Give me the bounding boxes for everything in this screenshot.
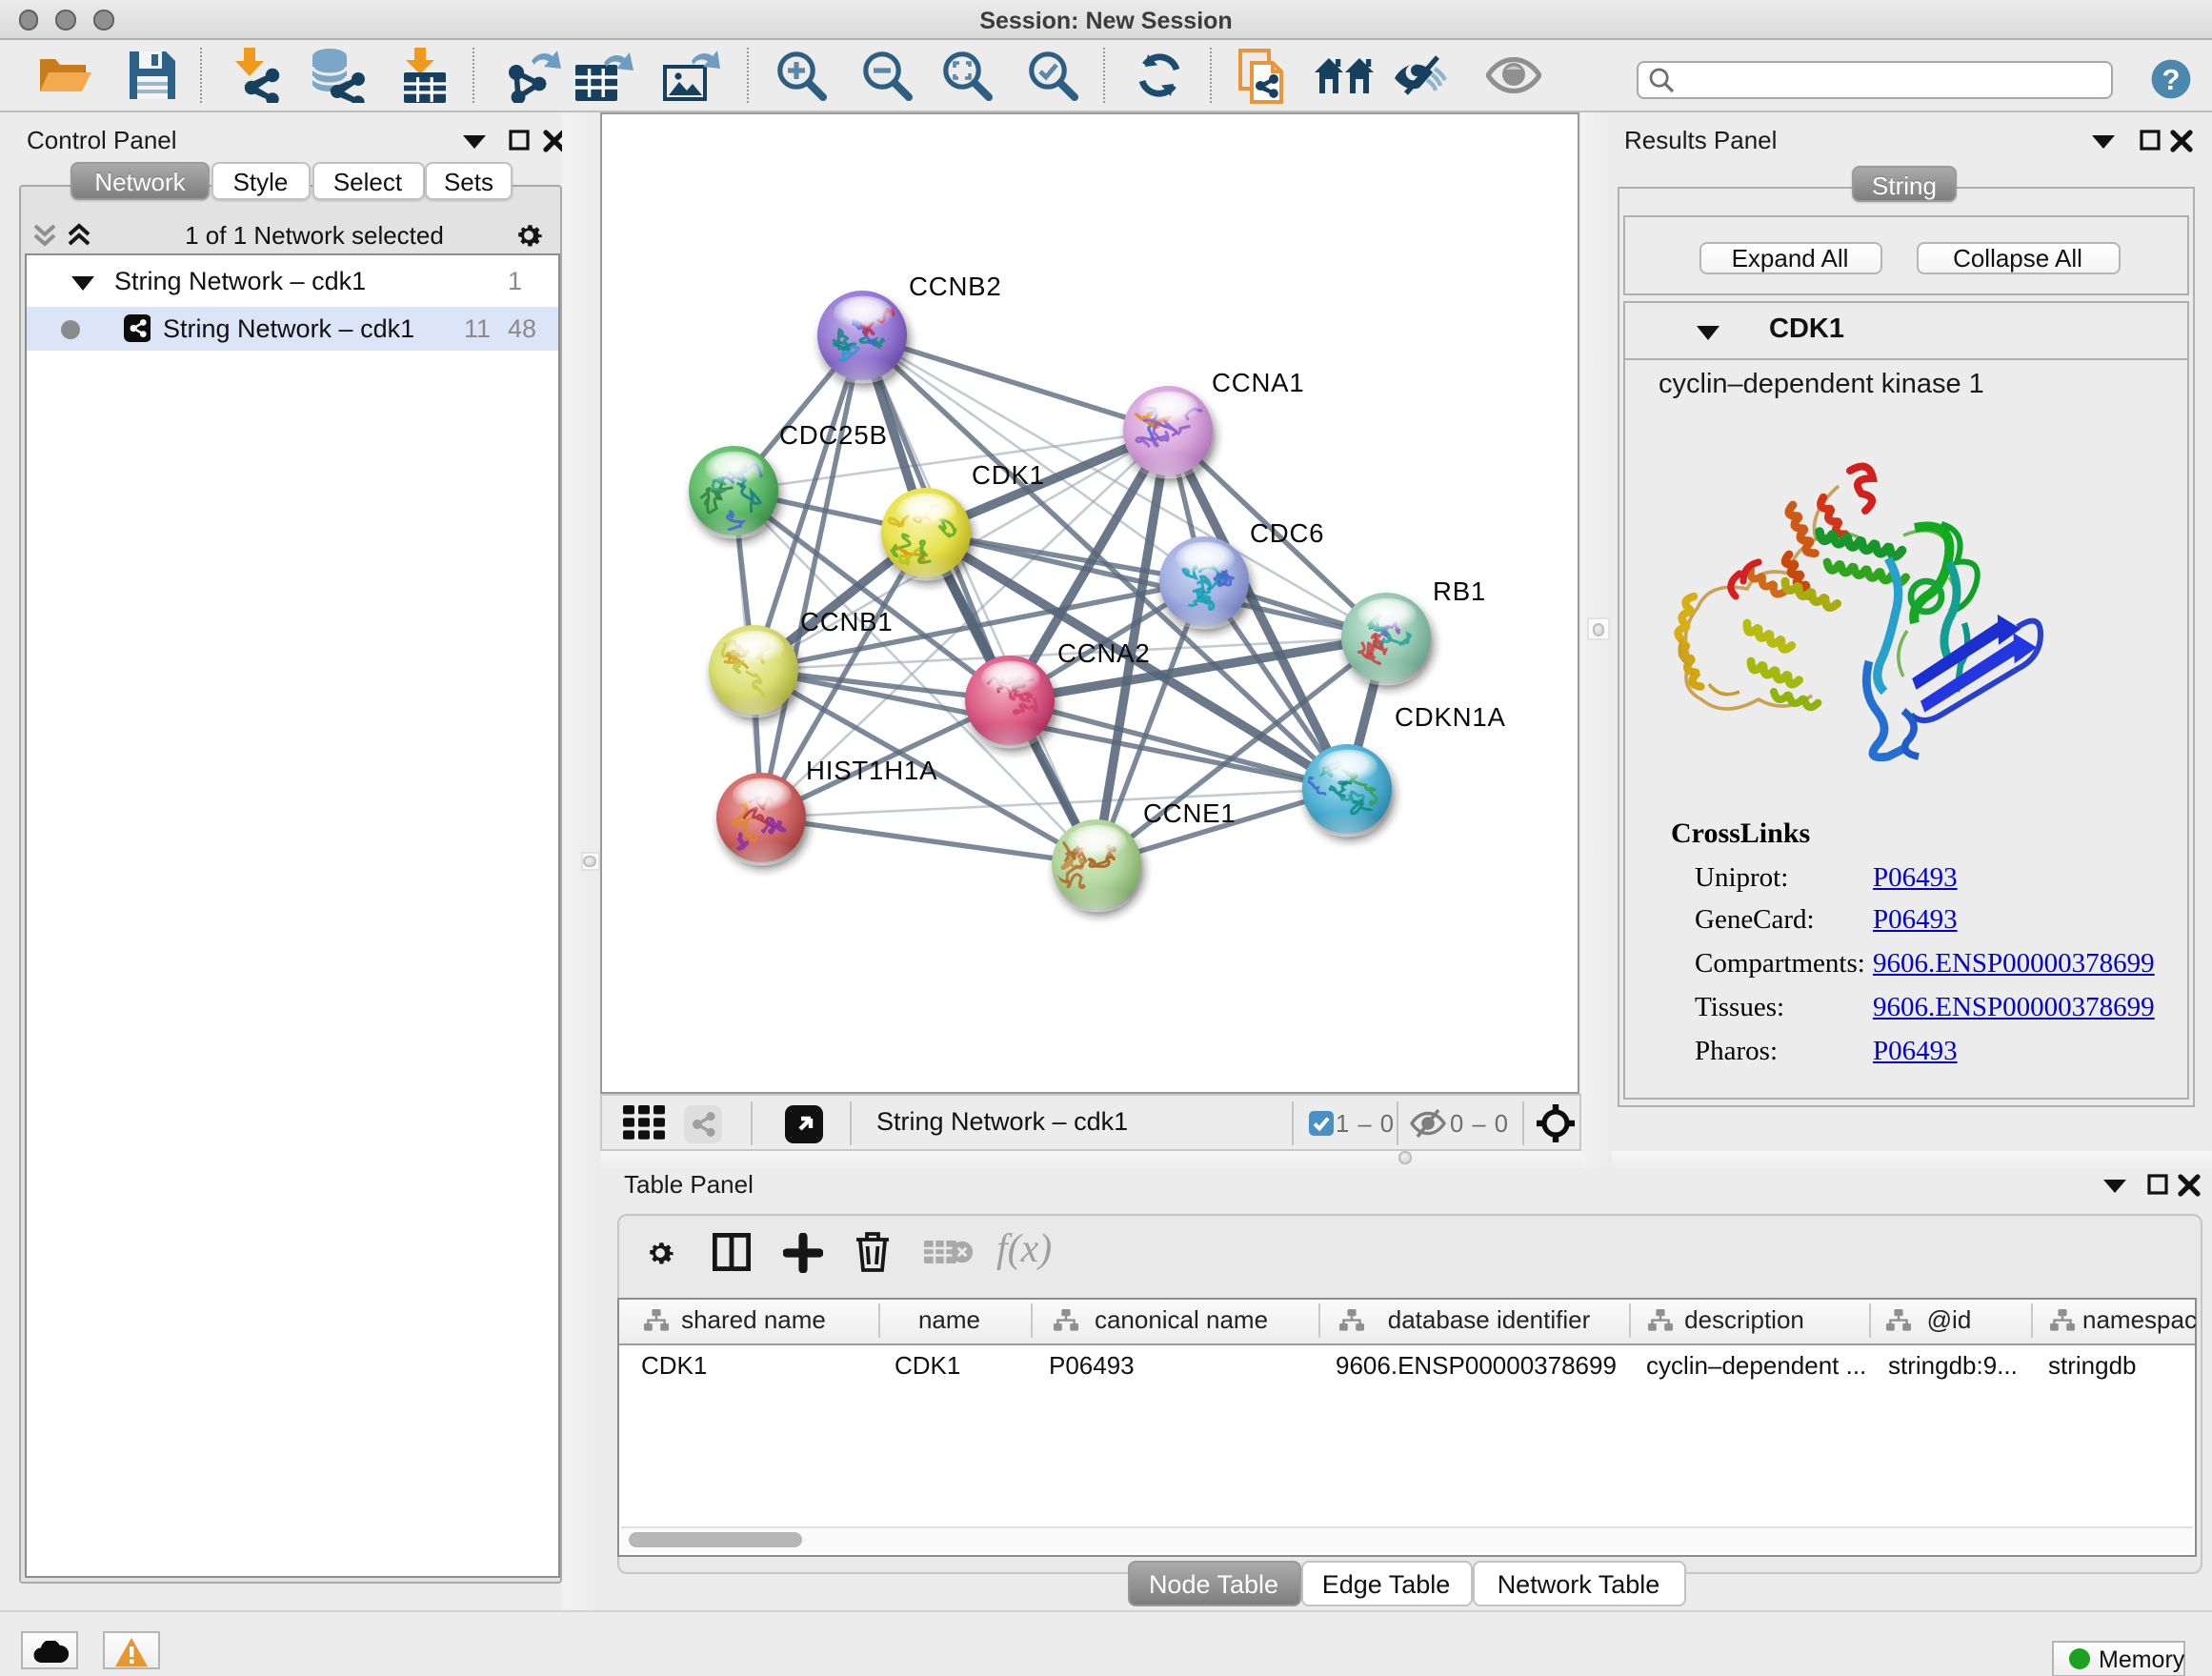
svg-text:CDC6: CDC6: [1250, 517, 1324, 547]
svg-text:CCNA1: CCNA1: [1212, 367, 1305, 396]
svg-text:CDK1: CDK1: [972, 459, 1045, 489]
svg-text:RB1: RB1: [1433, 575, 1486, 605]
svg-text:CCNB2: CCNB2: [909, 271, 1002, 300]
svg-text:CCNE1: CCNE1: [1143, 798, 1237, 827]
svg-text:?: ?: [2162, 62, 2180, 95]
svg-text:CCNB1: CCNB1: [800, 606, 894, 636]
svg-text:HIST1H1A: HIST1H1A: [806, 755, 937, 784]
svg-text:CDKN1A: CDKN1A: [1395, 701, 1506, 731]
svg-text:CCNA2: CCNA2: [1057, 637, 1151, 667]
svg-text:CDC25B: CDC25B: [779, 419, 888, 449]
